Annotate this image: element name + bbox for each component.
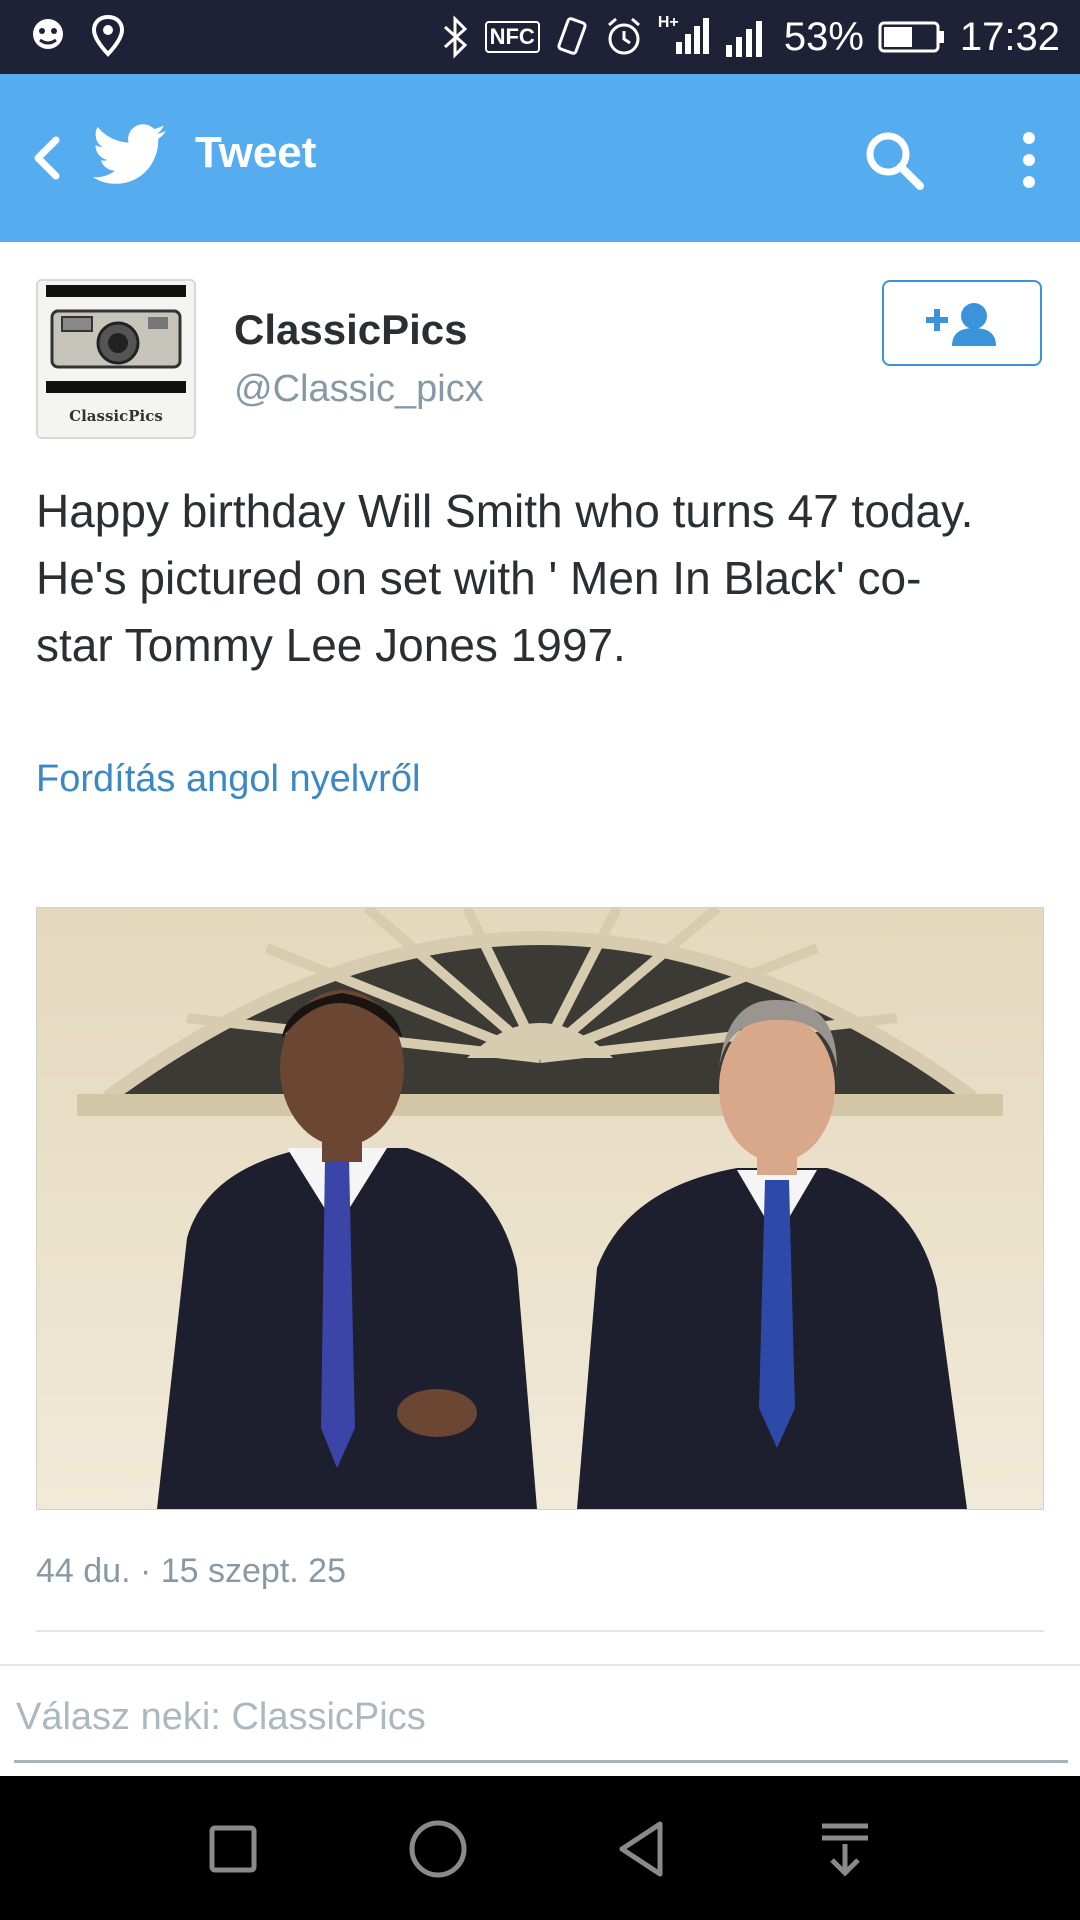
status-bar: NFC H+ 53% 17:32 [0,0,1080,74]
back-triangle-icon[interactable] [610,1816,676,1882]
tweet-timestamp: 44 du. · 15 szept. 25 [36,1552,346,1590]
signal-icon: H+ [658,12,710,62]
signal-icon [725,21,762,57]
tweet-text: Happy birthday Will Smith who turns 47 t… [36,485,974,671]
divider [36,1630,1044,1632]
more-vert-icon[interactable] [1004,126,1054,194]
nav-bar [0,1776,1080,1920]
follow-button[interactable] [882,280,1042,366]
author-name[interactable]: ClassicPics [234,306,468,354]
app-bar: Tweet [0,74,1080,242]
author-handle[interactable]: @Classic_picx [234,368,484,411]
translate-link[interactable]: Fordítás angol nyelvről [36,758,420,801]
battery-percent: 53% [783,14,864,59]
search-icon[interactable] [860,126,928,194]
tweet-photo[interactable] [36,907,1044,1510]
location-icon [91,14,125,57]
recents-square-icon[interactable] [200,1816,266,1882]
page-title: Tweet [195,128,317,177]
avatar[interactable]: ClassicPics [36,279,196,439]
battery-icon [878,21,944,53]
twitter-bird-icon [92,124,166,184]
add-user-icon [926,303,996,346]
back-arrow-icon[interactable] [18,128,78,188]
home-circle-icon[interactable] [405,1816,471,1882]
bluetooth-icon [443,15,467,59]
nfc-icon: NFC [484,21,540,53]
avatar-caption: ClassicPics [69,407,163,425]
clock: 17:32 [959,14,1060,59]
vibrate-icon [557,17,587,55]
notification-pull-icon[interactable] [812,1816,878,1882]
notification-icon [33,19,63,49]
alarm-icon [607,17,640,55]
reply-area [0,1664,1080,1776]
reply-input[interactable] [14,1674,1068,1763]
